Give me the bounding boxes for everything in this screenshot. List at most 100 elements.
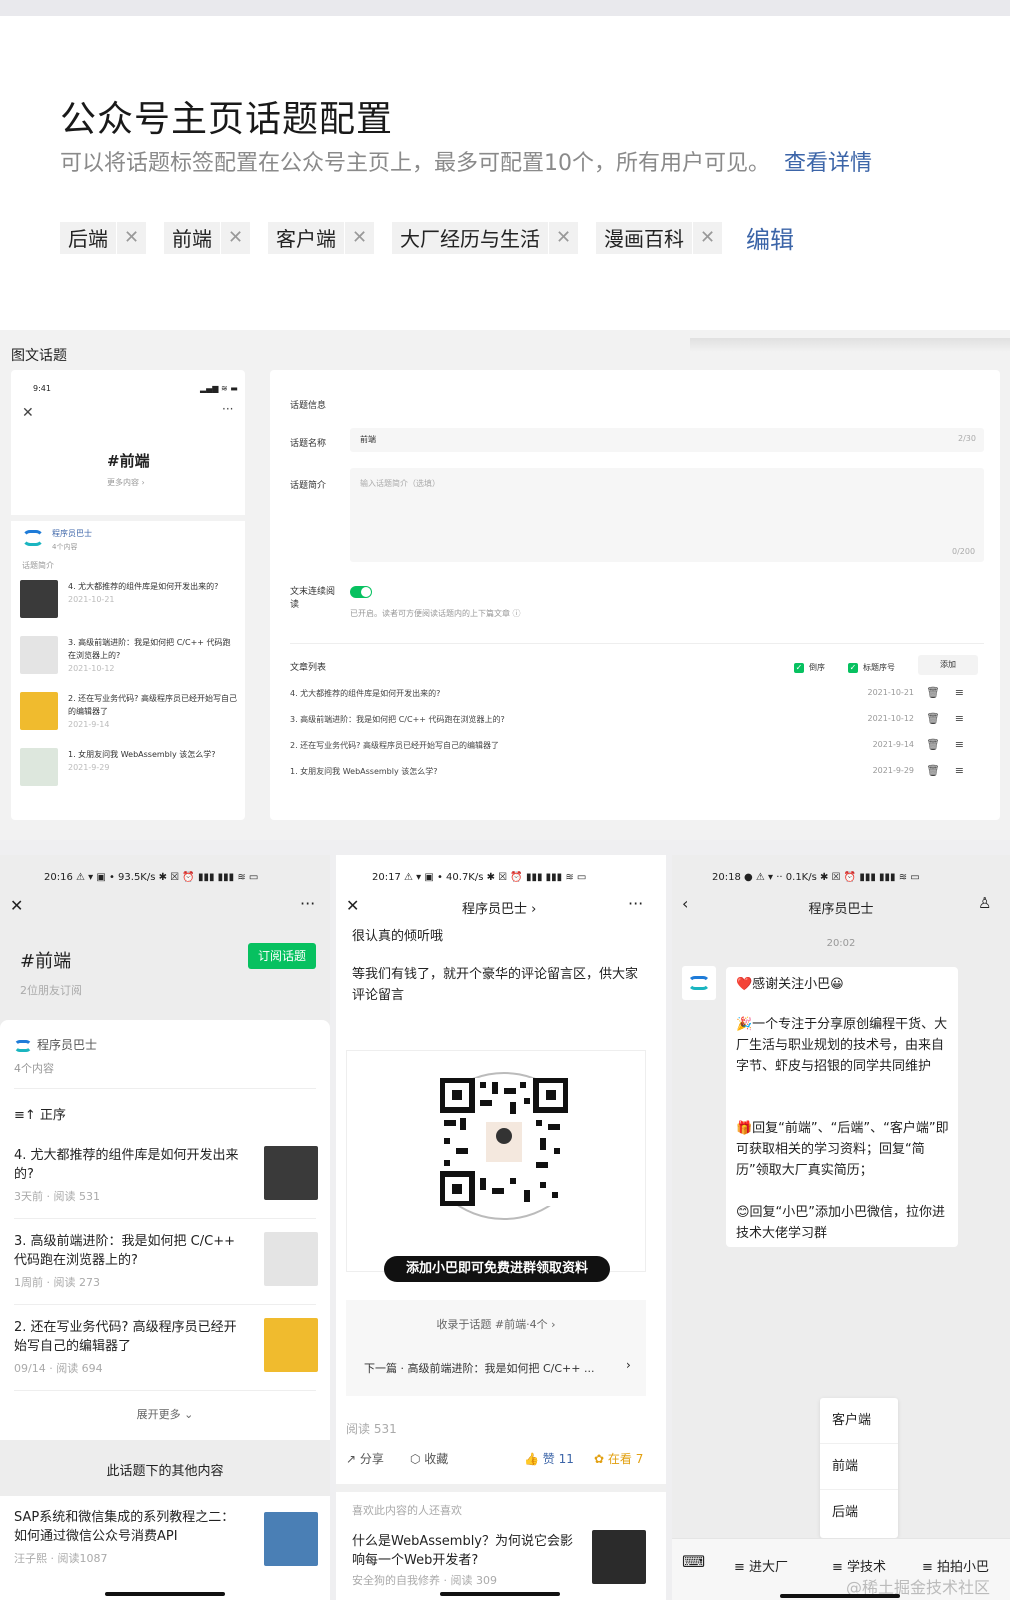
drag-handle-icon[interactable]: ≡ (955, 764, 964, 777)
divider (11, 515, 245, 521)
menu-item-frontend[interactable]: 前端 (820, 1444, 898, 1490)
drag-handle-icon[interactable]: ≡ (955, 738, 964, 751)
tag-item: 大厂经历与生活 ✕ (392, 221, 578, 254)
thumb-up-icon: 👍 (524, 1452, 543, 1466)
status-bar: 20:16 ⚠ ▾ ▣ • 93.5K/s ✱ ☒ ⏰ ▮▮▮ ▮▮▮ ≋ ▭ (44, 872, 259, 883)
list-item-date: 2021-9-29 (68, 763, 110, 772)
continuous-toggle[interactable] (350, 586, 372, 598)
tag-label: 大厂经历与生活 (400, 227, 540, 251)
expand-more-button[interactable]: 展开更多 ⌄ (0, 1406, 330, 1422)
keyboard-icon[interactable]: ⌨ (682, 1552, 705, 1571)
menu-item-backend[interactable]: 后端 (820, 1490, 898, 1536)
tag-row: 后端 ✕ 前端 ✕ 客户端 ✕ 大厂经历与生活 ✕ 漫画百科 ✕ 编辑 (60, 220, 794, 255)
list-item[interactable]: 3. 高级前端进阶：我是如何把 C/C++ 代码跑在浏览器上的? 2021-10-… (20, 636, 240, 688)
list-item[interactable]: 4. 尤大都推荐的组件库是如何开发出来的? 3天前 · 阅读 531 (14, 1146, 318, 1210)
list-item-title: 什么是WebAssembly？为何说它会影响每一个Web开发者? (352, 1534, 574, 1568)
article-paragraph: 等我们有钱了，就开个豪华的评论留言区，供大家评论留言 (352, 967, 639, 1003)
list-item-date: 2021-9-14 (68, 720, 110, 729)
menu-tab-tech[interactable]: ≡ 学技术 (832, 1556, 886, 1575)
more-icon[interactable]: ··· (628, 894, 643, 913)
tag-item: 客户端 ✕ (268, 221, 374, 254)
number-checkbox[interactable]: ✓ (848, 663, 858, 673)
detail-link[interactable]: 查看详情 (784, 151, 872, 176)
article-title: 4. 尤大都推荐的组件库是如何开发出来的? (290, 689, 441, 698)
box-icon: ⬡ (410, 1452, 425, 1466)
article-account[interactable]: 程序员巴士 › (462, 898, 536, 917)
continuous-desc: 已开启。读者可方便阅读话题内的上下篇文章 ⓘ (350, 609, 521, 618)
trash-icon[interactable]: 🗑 (926, 738, 940, 751)
list-item-meta: 安全狗的自我修养 · 阅读 309 (352, 1574, 497, 1587)
list-item[interactable]: 2. 还在写业务代码? 高级程序员已经开始写自己的编辑器了 2021-9-14 (20, 692, 240, 744)
preview-more-link[interactable]: 更多内容 › (107, 477, 145, 488)
list-item[interactable]: 3. 高级前端进阶：我是如何把 C/C++ 代码跑在浏览器上的? 1周前 · 阅… (14, 1232, 318, 1296)
like-button[interactable]: 👍 赞 11 (524, 1450, 574, 1467)
profile-icon[interactable]: ♙ (978, 894, 991, 912)
article-title: 1. 女朋友问我 WebAssembly 该怎么学? (290, 767, 438, 776)
topic-intro-textarea[interactable] (350, 468, 984, 562)
menu-tab-xiaoba[interactable]: ≡ 拍拍小巴 (922, 1556, 989, 1575)
drag-handle-icon[interactable]: ≡ (955, 712, 964, 725)
close-icon[interactable]: ✕ (548, 221, 578, 254)
list-item[interactable]: 什么是WebAssembly？为何说它会影响每一个Web开发者? 安全狗的自我修… (352, 1532, 580, 1588)
read-count: 阅读 531 (346, 1422, 397, 1436)
favorite-button[interactable]: ⬡ 收藏 (410, 1450, 448, 1467)
tag-label: 客户端 (276, 227, 336, 251)
subtitle-text: 可以将话题标签配置在公众号主页上，最多可配置10个，所有用户可见。 (60, 151, 770, 176)
close-icon[interactable]: ✕ (10, 896, 23, 915)
home-indicator (440, 1592, 560, 1596)
topic-name-input[interactable] (350, 428, 984, 452)
name-label: 话题名称 (290, 439, 327, 449)
wow-button[interactable]: ✿ 在看 7 (594, 1450, 643, 1467)
next-article-link[interactable]: 下一篇 · 高级前端进阶：我是如何把 C/C++ ... (364, 1360, 594, 1376)
list-item[interactable]: 2. 还在写业务代码? 高级程序员已经开始写自己的编辑器了 09/14 · 阅读… (14, 1318, 318, 1382)
close-icon[interactable]: ✕ (116, 221, 146, 254)
edit-link[interactable]: 编辑 (746, 220, 794, 255)
info-label: 话题信息 (290, 401, 327, 411)
subscribe-button[interactable]: 订阅话题 (248, 943, 316, 969)
divider (336, 1484, 666, 1492)
menu-tab-dachang[interactable]: ≡ 进大厂 (734, 1556, 788, 1575)
article-thumbnail (264, 1232, 318, 1286)
close-icon[interactable]: ✕ (692, 221, 722, 254)
order-toggle[interactable]: ≡↑ 正序 (14, 1104, 66, 1123)
list-item[interactable]: SAP系统和微信集成的系列教程之二：如何通过微信公众号消费API 汪子熙 · 阅… (14, 1508, 246, 1578)
divider-shadow (690, 338, 1010, 352)
close-icon[interactable]: ✕ (346, 896, 359, 915)
preview-intro-label: 话题简介 (22, 561, 54, 570)
list-item[interactable]: 1. 女朋友问我 WebAssembly 该怎么学? 2021-9-29 (20, 748, 240, 800)
divider (290, 643, 984, 644)
list-item[interactable]: 4. 尤大都推荐的组件库是如何开发出来的? 2021-10-21 (20, 580, 240, 632)
wow-label: 在看 7 (607, 1452, 644, 1466)
top-band (0, 0, 1010, 16)
trash-icon[interactable]: 🗑 (926, 712, 940, 725)
collected-topic-link[interactable]: 收录于话题 #前端·4个 › (346, 1316, 646, 1332)
continuous-label: 文末连续阅读 (290, 587, 336, 610)
list-item-title: 1. 女朋友问我 WebAssembly 该怎么学? (68, 750, 216, 759)
topic-footer-card (346, 1300, 646, 1396)
list-item-date: 2021-10-21 (68, 595, 115, 604)
reverse-checkbox[interactable]: ✓ (794, 663, 804, 673)
list-item-date: 2021-10-12 (68, 664, 115, 673)
list-item-title: 4. 尤大都推荐的组件库是如何开发出来的? (68, 582, 219, 591)
table-row: 4. 尤大都推荐的组件库是如何开发出来的? 2021-10-21 🗑 ≡ (290, 686, 984, 706)
share-label: 分享 (359, 1452, 384, 1466)
close-icon[interactable]: ✕ (22, 405, 34, 421)
close-icon[interactable]: ✕ (344, 221, 374, 254)
intro-count: 0/200 (952, 547, 976, 556)
article-thumbnail (20, 580, 58, 618)
drag-handle-icon[interactable]: ≡ (955, 686, 964, 699)
trash-icon[interactable]: 🗑 (926, 686, 940, 699)
list-item-title: 2. 还在写业务代码? 高级程序员已经开始写自己的编辑器了 (68, 694, 237, 716)
article-thumbnail (264, 1318, 318, 1372)
article-date: 2021-10-12 (867, 714, 915, 723)
more-icon[interactable]: ··· (300, 894, 315, 913)
more-icon[interactable]: ··· (222, 402, 233, 416)
share-button[interactable]: ↗ 分享 (346, 1450, 384, 1467)
menu-item-client[interactable]: 客户端 (820, 1398, 898, 1444)
add-button[interactable]: 添加 (918, 655, 978, 675)
status-bar: 20:18 ● ⚠ ▾ ·· 0.1K/s ✱ ☒ ⏰ ▮▮▮ ▮▮▮ ≋ ▭ (712, 872, 920, 883)
article-title: 2. 还在写业务代码? 高级程序员已经开始写自己的编辑器了 (290, 741, 499, 750)
list-item-title: SAP系统和微信集成的系列教程之二：如何通过微信公众号消费API (14, 1510, 235, 1544)
close-icon[interactable]: ✕ (220, 221, 250, 254)
trash-icon[interactable]: 🗑 (926, 764, 940, 777)
